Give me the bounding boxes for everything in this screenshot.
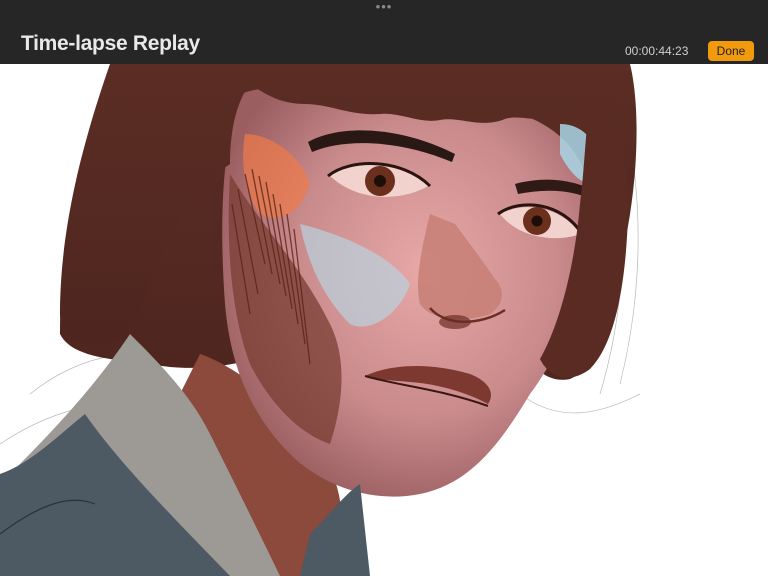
- replay-toolbar: ••• Time-lapse Replay 00:00:44:23 Done: [0, 0, 768, 64]
- page-title: Time-lapse Replay: [21, 32, 200, 55]
- done-button[interactable]: Done: [708, 41, 754, 61]
- artwork-canvas[interactable]: [0, 64, 768, 576]
- nostril: [439, 315, 471, 329]
- more-dots-icon[interactable]: •••: [0, 0, 768, 13]
- portrait-artwork: [0, 64, 641, 576]
- timecode-display: 00:00:44:23: [625, 44, 689, 58]
